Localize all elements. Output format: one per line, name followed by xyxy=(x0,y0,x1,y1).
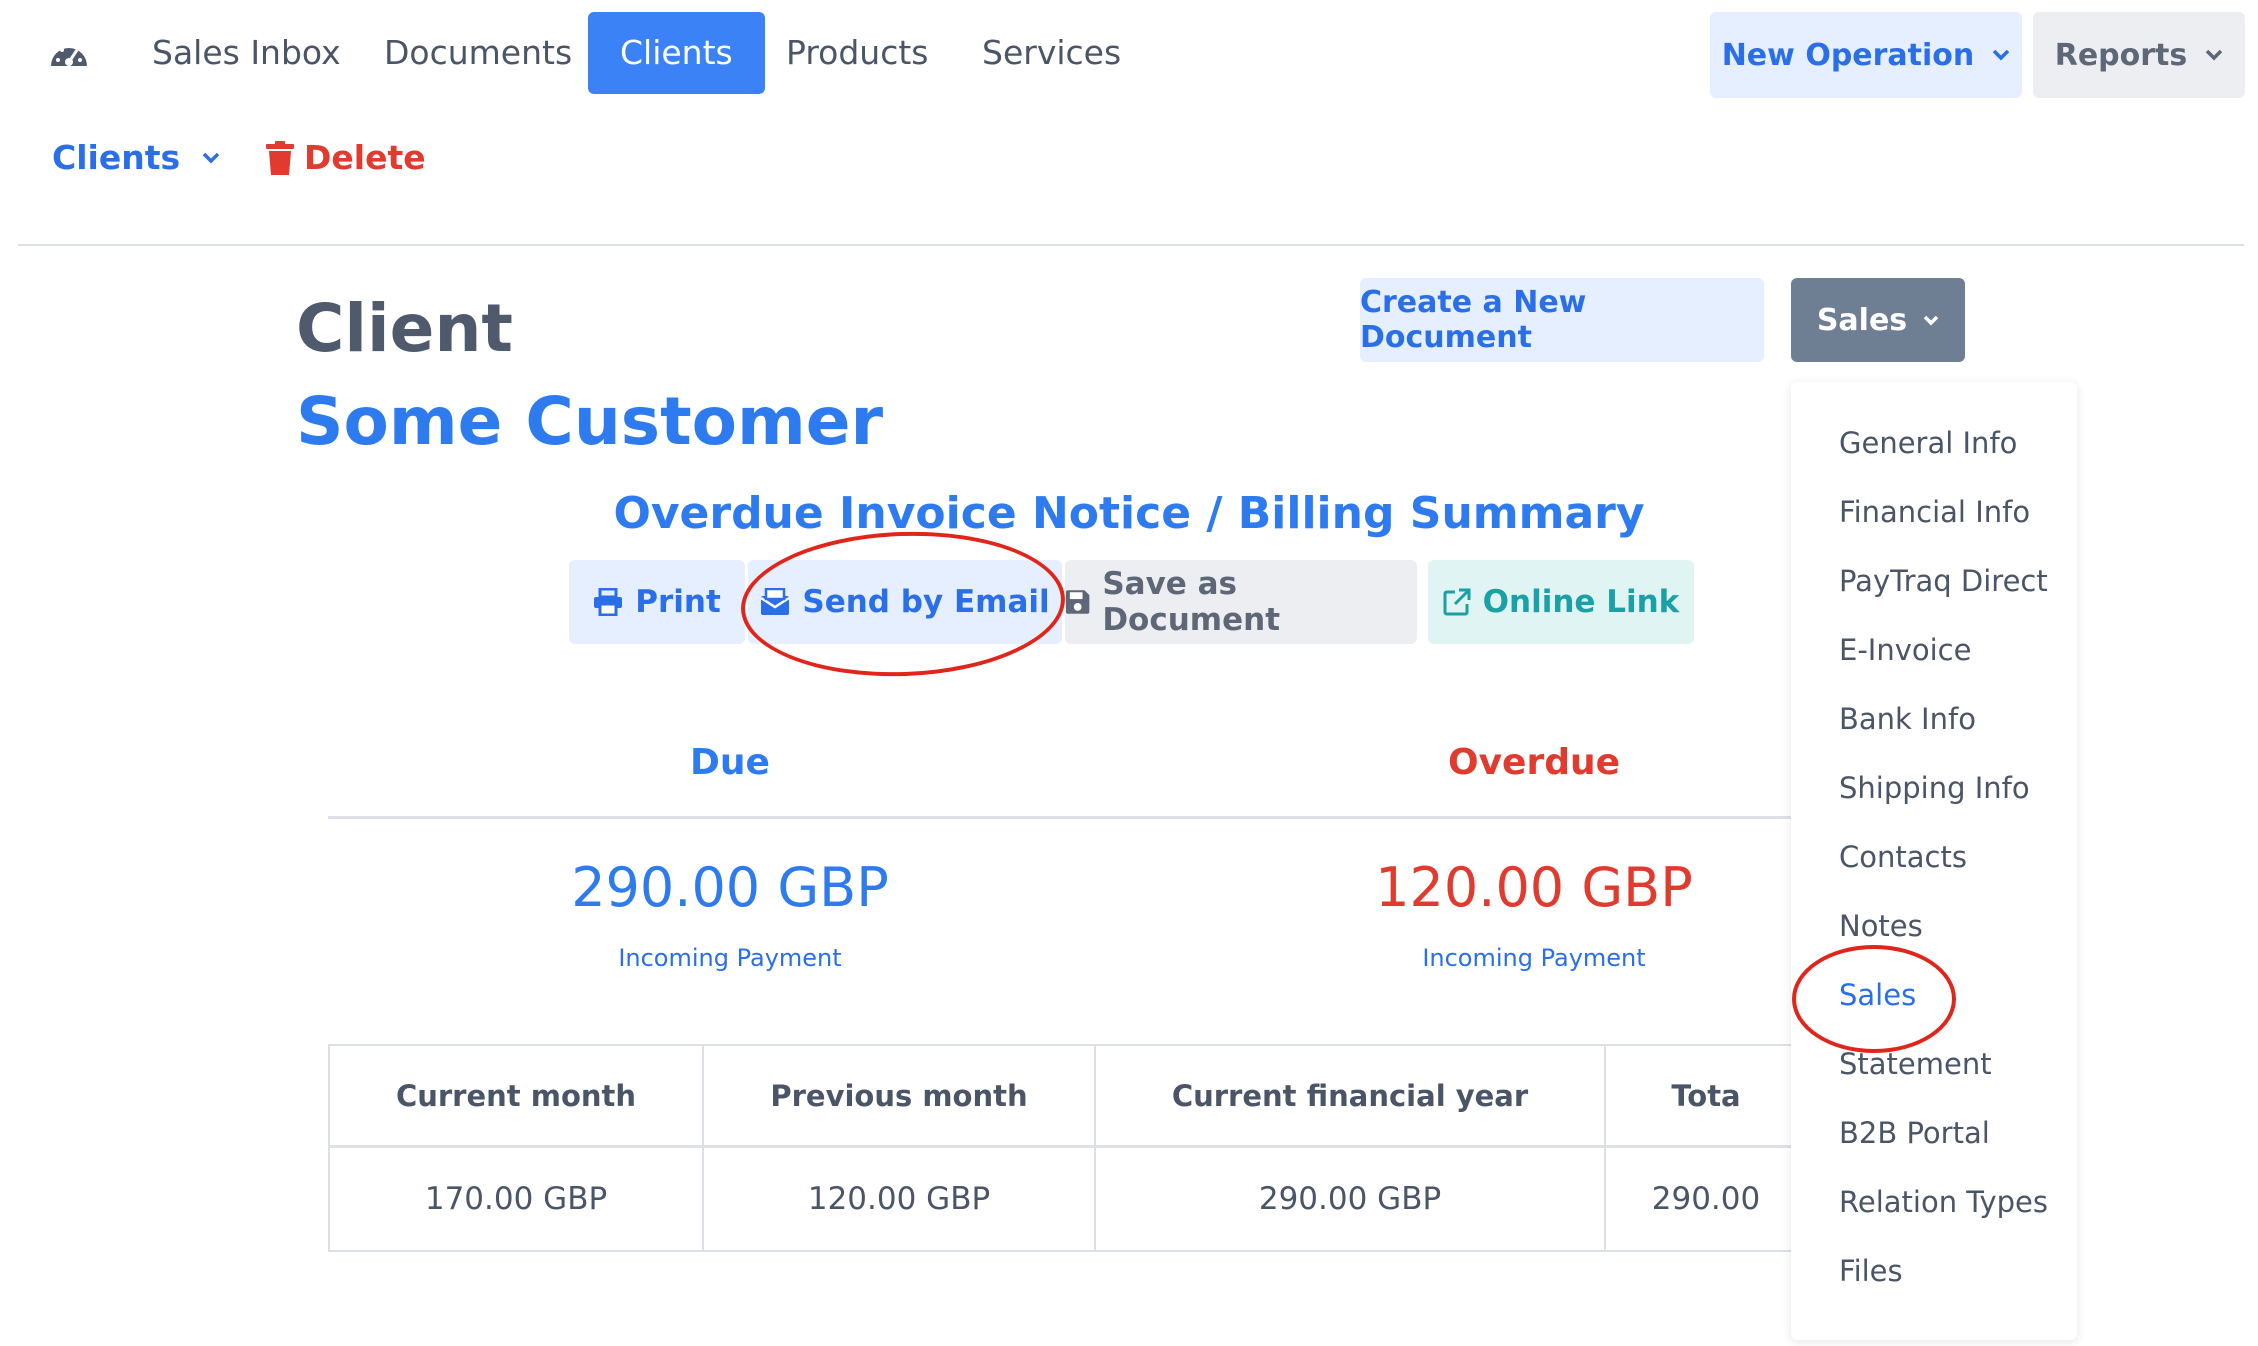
reports-button[interactable]: Reports xyxy=(2033,12,2245,98)
summary-title: Overdue Invoice Notice / Billing Summary xyxy=(613,488,1645,539)
new-operation-label: New Operation xyxy=(1721,37,1975,73)
chevron-down-icon xyxy=(1923,315,1939,325)
due-heading: Due xyxy=(690,742,770,783)
delete-label: Delete xyxy=(304,138,426,177)
save-document-label: Save as Document xyxy=(1102,566,1281,638)
nav-clients[interactable]: Clients xyxy=(588,12,765,94)
new-operation-button[interactable]: New Operation xyxy=(1710,12,2022,98)
annotation-circle-sales xyxy=(1792,945,1956,1053)
menu-item-financial-info[interactable]: Financial Info xyxy=(1839,495,2030,529)
nav-sales-inbox[interactable]: Sales Inbox xyxy=(120,12,373,94)
menu-item-general-info[interactable]: General Info xyxy=(1839,426,2017,460)
summary-divider xyxy=(328,816,1808,819)
table-header: Current financial year xyxy=(1096,1046,1606,1148)
sales-dropdown-button[interactable]: Sales xyxy=(1791,278,1965,362)
menu-item-notes[interactable]: Notes xyxy=(1839,909,1923,943)
save-icon xyxy=(1065,590,1090,614)
dashboard-icon[interactable] xyxy=(48,36,90,76)
external-link-icon xyxy=(1443,588,1471,616)
trash-icon xyxy=(266,140,294,175)
online-link-button[interactable]: Online Link xyxy=(1428,560,1694,644)
annotation-circle-email xyxy=(738,526,1068,682)
menu-item-b2b-portal[interactable]: B2B Portal xyxy=(1839,1116,1990,1150)
client-name: Some Customer xyxy=(296,383,884,460)
create-document-button[interactable]: Create a New Document xyxy=(1360,278,1764,362)
chevron-down-icon xyxy=(1993,49,2010,61)
nav-documents[interactable]: Documents xyxy=(352,12,604,94)
menu-item-shipping-info[interactable]: Shipping Info xyxy=(1839,771,2030,805)
nav-services[interactable]: Services xyxy=(950,12,1153,94)
page-title: Client xyxy=(296,290,513,367)
menu-item-bank-info[interactable]: Bank Info xyxy=(1839,702,1976,736)
sales-button-label: Sales xyxy=(1816,302,1908,338)
print-button[interactable]: Print xyxy=(569,560,745,644)
table-cell: 170.00 GBP xyxy=(330,1148,704,1250)
table-header: Previous month xyxy=(704,1046,1096,1148)
print-label: Print xyxy=(635,584,721,620)
table-cell: 120.00 GBP xyxy=(704,1148,1096,1250)
menu-item-relation-types[interactable]: Relation Types xyxy=(1839,1185,2048,1219)
due-incoming-payment-link[interactable]: Incoming Payment xyxy=(330,944,1130,972)
menu-item-files[interactable]: Files xyxy=(1839,1254,1903,1288)
chevron-down-icon xyxy=(2206,49,2223,61)
header-divider xyxy=(18,244,2244,246)
nav-products[interactable]: Products xyxy=(754,12,961,94)
menu-item-e-invoice[interactable]: E-Invoice xyxy=(1839,633,1971,667)
reports-label: Reports xyxy=(2054,37,2188,73)
totals-table: Current month Previous month Current fin… xyxy=(328,1044,1808,1252)
menu-item-contacts[interactable]: Contacts xyxy=(1839,840,1967,874)
table-header: Tota xyxy=(1606,1046,1806,1148)
delete-button[interactable]: Delete xyxy=(266,138,426,177)
due-amount: 290.00 GBP xyxy=(571,856,889,919)
table-cell: 290.00 GBP xyxy=(1096,1148,1606,1250)
save-document-button[interactable]: Save as Document xyxy=(1065,560,1417,644)
print-icon xyxy=(594,588,623,616)
clients-menu-button[interactable]: Clients xyxy=(52,138,220,177)
chevron-down-icon xyxy=(202,152,220,163)
table-header: Current month xyxy=(330,1046,704,1148)
sales-dropdown-menu: General Info Financial Info PayTraq Dire… xyxy=(1791,382,2077,1340)
clients-menu-label: Clients xyxy=(52,138,181,177)
online-link-label: Online Link xyxy=(1482,584,1680,620)
table-cell: 290.00 xyxy=(1651,1181,1761,1217)
menu-item-paytraq-direct[interactable]: PayTraq Direct xyxy=(1839,564,2048,598)
